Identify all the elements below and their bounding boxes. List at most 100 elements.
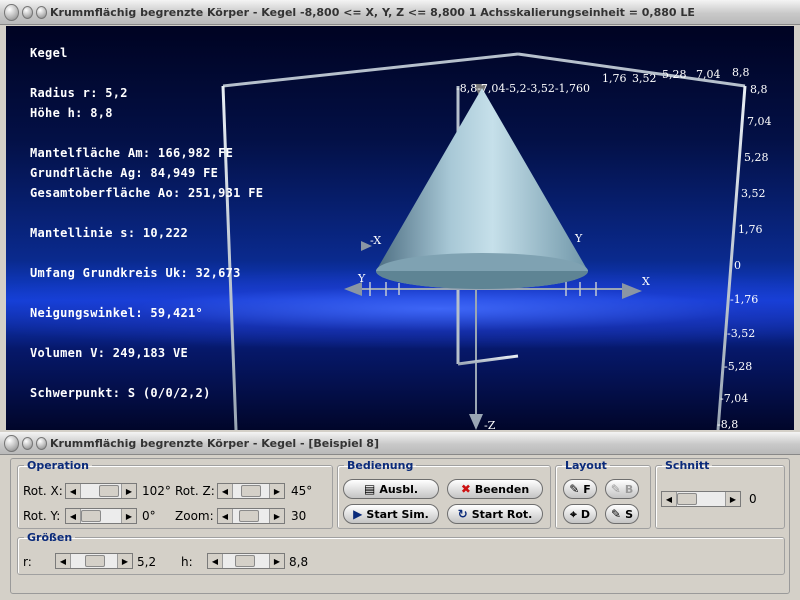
rot-x-label: Rot. X: bbox=[23, 484, 63, 498]
control-window-title: Krummflächig begrenzte Körper - Kegel - … bbox=[50, 436, 379, 450]
schnitt-legend: Schnitt bbox=[665, 459, 710, 472]
3d-viewport[interactable]: X Y Y -X -Z -8,8-7,04-5,2-3,52-1,760 1,7… bbox=[6, 26, 794, 430]
zoom-value: 30 bbox=[291, 509, 307, 523]
ausbl-button[interactable]: ▤ Ausbl. bbox=[343, 479, 439, 499]
crosshair-icon: ⌖ bbox=[570, 507, 577, 521]
h-label: h: bbox=[181, 555, 193, 569]
hide-icon: ▤ bbox=[363, 482, 376, 496]
schwerpunkt-text: Schwerpunkt: S (0/0/2,2) bbox=[30, 386, 211, 400]
r-thumb[interactable] bbox=[85, 555, 105, 567]
rot-x-slider[interactable]: ◀ ▶ bbox=[65, 483, 137, 499]
z-tick: 8,8 bbox=[750, 83, 768, 96]
control-maximize-button[interactable] bbox=[35, 436, 47, 450]
z-tick: -1,76 bbox=[730, 293, 758, 306]
h-slider[interactable]: ◀ ▶ bbox=[207, 553, 285, 569]
beenden-button-label: Beenden bbox=[474, 482, 530, 496]
rot-z-right-arrow[interactable]: ▶ bbox=[269, 484, 284, 498]
rotate-icon: ↻ bbox=[457, 507, 468, 521]
rot-x-right-arrow[interactable]: ▶ bbox=[121, 484, 136, 498]
control-window-controls bbox=[4, 434, 50, 452]
main-window-title: Krummflächig begrenzte Körper - Kegel -8… bbox=[50, 5, 695, 19]
h-left-arrow[interactable]: ◀ bbox=[208, 554, 223, 568]
zoom-thumb[interactable] bbox=[239, 510, 259, 522]
h-value: 8,8 bbox=[289, 555, 309, 569]
play-icon: ▶ bbox=[353, 507, 363, 521]
rot-x-value: 102° bbox=[142, 484, 171, 498]
operation-legend: Operation bbox=[27, 459, 89, 472]
beenden-button[interactable]: ✖ Beenden bbox=[447, 479, 543, 499]
layout-s-button[interactable]: ✎ S bbox=[605, 504, 639, 524]
rot-y-slider[interactable]: ◀ ▶ bbox=[65, 508, 137, 524]
zoom-slider[interactable]: ◀ ▶ bbox=[217, 508, 285, 524]
paint-icon: ✎ bbox=[611, 507, 622, 521]
layout-f-button[interactable]: ✎ F bbox=[563, 479, 597, 499]
ausbl-button-label: Ausbl. bbox=[379, 482, 419, 496]
schnitt-left-arrow[interactable]: ◀ bbox=[662, 492, 677, 506]
rot-y-label: Rot. Y: bbox=[23, 509, 61, 523]
start-rot-button[interactable]: ↻ Start Rot. bbox=[447, 504, 543, 524]
volumen-text: Volumen V: 249,183 VE bbox=[30, 346, 189, 360]
bedienung-legend: Bedienung bbox=[347, 459, 414, 472]
zoom-right-arrow[interactable]: ▶ bbox=[269, 509, 284, 523]
layout-s-label: S bbox=[625, 507, 633, 521]
h-right-arrow[interactable]: ▶ bbox=[269, 554, 284, 568]
x-axis-label: X bbox=[642, 275, 650, 288]
gesamtoberflaeche-text: Gesamtoberfläche Ao: 251,931 FE bbox=[30, 186, 264, 200]
top-tick-1: 1,76 bbox=[602, 72, 627, 85]
r-label: r: bbox=[23, 555, 32, 569]
control-window-titlebar[interactable]: Krummflächig begrenzte Körper - Kegel - … bbox=[0, 432, 800, 455]
schnitt-right-arrow[interactable]: ▶ bbox=[725, 492, 740, 506]
z-tick: 0 bbox=[734, 259, 741, 272]
window-menu-button[interactable] bbox=[4, 3, 19, 21]
groessen-legend: Größen bbox=[27, 531, 73, 544]
window-controls bbox=[4, 3, 50, 21]
z-tick: -3,52 bbox=[727, 327, 755, 340]
top-tick-3: 5,28 bbox=[662, 68, 687, 81]
schnitt-thumb[interactable] bbox=[677, 493, 697, 505]
rot-x-thumb[interactable] bbox=[99, 485, 119, 497]
rot-y-thumb[interactable] bbox=[81, 510, 101, 522]
rot-z-slider[interactable]: ◀ ▶ bbox=[217, 483, 285, 499]
control-panel: Operation Rot. X: ◀ ▶ 102° Rot. Y: ◀ ▶ 0… bbox=[10, 458, 790, 594]
layout-d-button[interactable]: ⌖ D bbox=[563, 504, 597, 524]
r-value: 5,2 bbox=[137, 555, 157, 569]
rot-x-left-arrow[interactable]: ◀ bbox=[66, 484, 81, 498]
neg-x-axis-label: -X bbox=[370, 234, 381, 247]
radius-text: Radius r: 5,2 bbox=[30, 86, 128, 100]
rot-y-left-arrow[interactable]: ◀ bbox=[66, 509, 81, 523]
y-axis-label: Y bbox=[357, 272, 366, 285]
start-sim-button[interactable]: ▶ Start Sim. bbox=[343, 504, 439, 524]
rot-z-thumb[interactable] bbox=[241, 485, 261, 497]
umfang-text: Umfang Grundkreis Uk: 32,673 bbox=[30, 266, 241, 280]
zoom-left-arrow[interactable]: ◀ bbox=[218, 509, 233, 523]
control-window-menu-button[interactable] bbox=[4, 434, 19, 452]
rot-z-value: 45° bbox=[291, 484, 313, 498]
neg-z-axis-label: -Z bbox=[484, 419, 496, 430]
schnitt-value: 0 bbox=[749, 492, 757, 506]
maximize-button[interactable] bbox=[35, 5, 47, 19]
mantelflaeche-text: Mantelfläche Am: 166,982 FE bbox=[30, 146, 234, 160]
layout-f-label: F bbox=[583, 482, 591, 496]
layout-b-button[interactable]: ✎ B bbox=[605, 479, 639, 499]
main-window-titlebar[interactable]: Krummflächig begrenzte Körper - Kegel -8… bbox=[0, 0, 800, 25]
start-rot-button-label: Start Rot. bbox=[471, 507, 533, 521]
z-tick: 7,04 bbox=[747, 115, 772, 128]
minimize-button[interactable] bbox=[21, 5, 33, 19]
close-x-icon: ✖ bbox=[460, 482, 471, 496]
r-right-arrow[interactable]: ▶ bbox=[117, 554, 132, 568]
control-minimize-button[interactable] bbox=[21, 436, 33, 450]
schnitt-slider[interactable]: ◀ ▶ bbox=[661, 491, 741, 507]
z-tick: 3,52 bbox=[741, 187, 766, 200]
r-slider[interactable]: ◀ ▶ bbox=[55, 553, 133, 569]
h-thumb[interactable] bbox=[235, 555, 255, 567]
fill-icon: ✎ bbox=[569, 482, 580, 496]
top-left-ticks: -8,8-7,04-5,2-3,52-1,760 bbox=[456, 82, 590, 95]
shape-name: Kegel bbox=[30, 46, 68, 60]
rot-y-right-arrow[interactable]: ▶ bbox=[121, 509, 136, 523]
rot-z-left-arrow[interactable]: ◀ bbox=[218, 484, 233, 498]
top-tick-5: 8,8 bbox=[732, 66, 750, 79]
cone bbox=[376, 88, 588, 289]
r-left-arrow[interactable]: ◀ bbox=[56, 554, 71, 568]
y-axis-label-2: Y bbox=[574, 232, 583, 245]
main-window: Krummflächig begrenzte Körper - Kegel -8… bbox=[0, 0, 800, 432]
